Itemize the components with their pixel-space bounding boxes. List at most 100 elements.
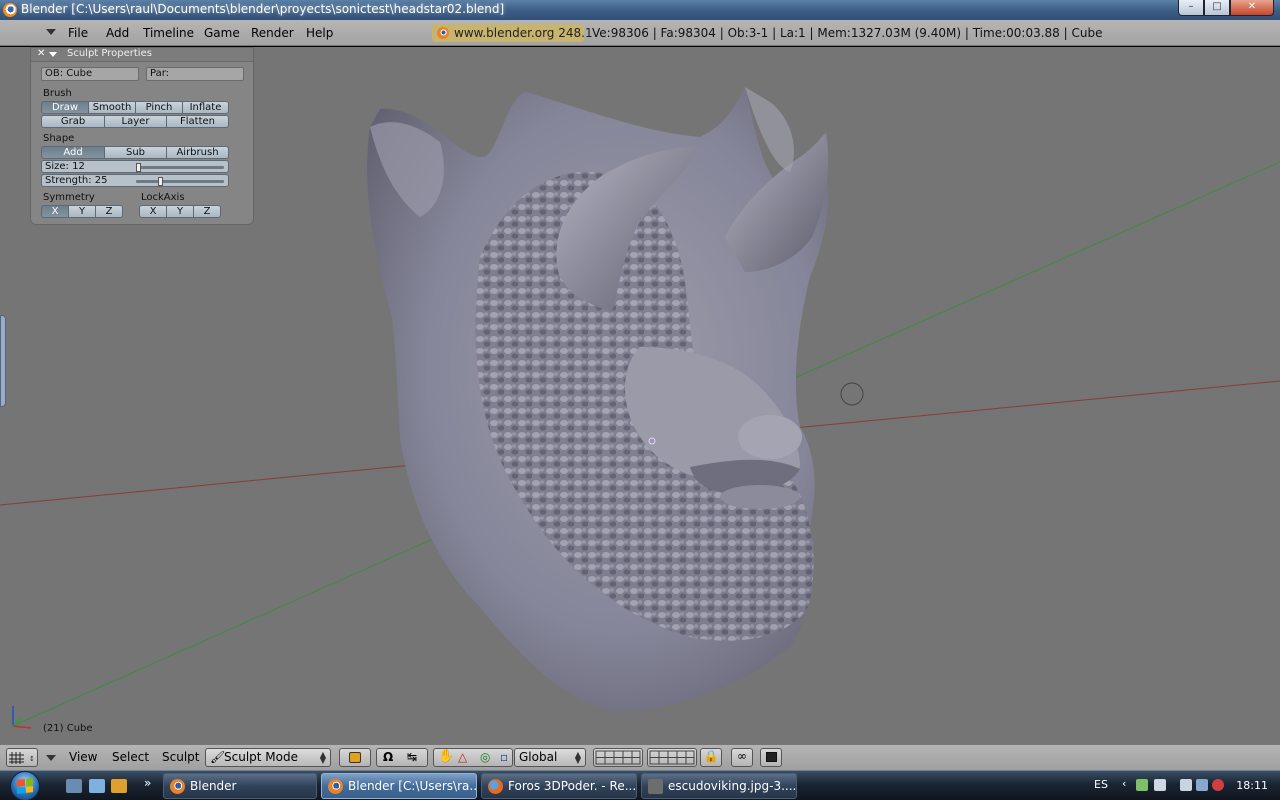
manipulator-buttons[interactable]: ✋ △ ◎ ▫ — [433, 748, 513, 767]
size-knob[interactable] — [136, 163, 141, 172]
brush-layer-button[interactable]: Layer — [104, 115, 167, 128]
brush-label: Brush — [43, 88, 72, 99]
menu-file[interactable]: File — [68, 26, 88, 40]
layer-buttons-1[interactable] — [593, 748, 643, 767]
active-object-label: (21) Cube — [43, 723, 93, 734]
strength-slider[interactable]: Strength: 25 — [41, 174, 229, 187]
magnet-icon: Ω — [383, 750, 394, 764]
brush-flatten-button[interactable]: Flatten — [166, 115, 229, 128]
menu-add[interactable]: Add — [106, 26, 129, 40]
sculpt-properties-panel: ✕ Sculpt Properties OB: Cube Par: Brush … — [30, 47, 254, 225]
quicklaunch-overflow-icon[interactable]: » — [144, 776, 151, 790]
language-indicator[interactable]: ES — [1094, 778, 1108, 791]
sculpt-mesh — [367, 87, 829, 712]
layer-buttons-2[interactable] — [647, 748, 697, 767]
symmetry-x-button[interactable]: X — [41, 205, 69, 218]
windows-logo-icon — [17, 778, 33, 794]
menu-view[interactable]: View — [69, 750, 97, 764]
brush-grab-button[interactable]: Grab — [41, 115, 105, 128]
brush-icon: 🖌 — [210, 750, 226, 764]
pivot-buttons[interactable]: Ω ↹ — [376, 748, 428, 767]
square-icon: ▫ — [500, 750, 509, 764]
select-arrow-icon: ▲ ▼ — [574, 750, 581, 765]
media-player-icon[interactable] — [111, 779, 127, 793]
menu-timeline[interactable]: Timeline — [143, 26, 194, 40]
brush-pinch-button[interactable]: Pinch — [135, 101, 183, 114]
volume-icon[interactable] — [1212, 779, 1224, 791]
hand-icon: ✋ — [438, 749, 455, 764]
render-button[interactable] — [760, 748, 782, 767]
3d-cursor — [840, 382, 864, 406]
lockaxis-x-button[interactable]: X — [139, 205, 167, 218]
maximize-button[interactable]: □ — [1204, 0, 1230, 16]
show-desktop-icon[interactable] — [66, 779, 82, 793]
strength-knob[interactable] — [158, 177, 163, 186]
menu-select[interactable]: Select — [112, 750, 149, 764]
device-icon[interactable] — [1154, 779, 1166, 791]
blender-logo-icon — [437, 27, 449, 39]
editor-type-button[interactable]: ↕ — [6, 748, 38, 767]
strength-label: Strength: 25 — [45, 175, 108, 186]
version-chip: www.blender.org 248.1 — [432, 24, 593, 42]
menu-game[interactable]: Game — [204, 26, 240, 40]
brush-inflate-button[interactable]: Inflate — [182, 101, 229, 114]
taskbar-item-firefox[interactable]: Foros 3DPoder. - Re... — [481, 773, 637, 799]
panel-close-icon[interactable]: ✕ — [37, 48, 45, 59]
object-name-field[interactable]: OB: Cube — [41, 67, 139, 81]
menu-render[interactable]: Render — [251, 26, 294, 40]
header-collapse-icon[interactable] — [46, 755, 56, 761]
network-icon[interactable] — [1136, 779, 1148, 791]
window-titlebar[interactable]: Blender [C:\Users\raul\Documents\blender… — [0, 0, 1280, 20]
taskbar-item-blender-file[interactable]: Blender [C:\Users\ra... — [321, 773, 477, 799]
clock[interactable]: 18:11 — [1236, 779, 1268, 792]
mode-select[interactable]: 🖌 Sculpt Mode ▲ ▼ — [205, 748, 331, 767]
task-label: Foros 3DPoder. - Re... — [508, 779, 637, 793]
tray-expand-icon[interactable]: ‹ — [1122, 777, 1126, 790]
lock-button[interactable]: 🔒 — [700, 748, 722, 767]
image-icon — [648, 779, 663, 794]
triangle-icon: △ — [458, 750, 468, 764]
shape-airbrush-button[interactable]: Airbrush — [166, 146, 229, 159]
minimize-button[interactable]: – — [1178, 0, 1204, 16]
shape-sub-button[interactable]: Sub — [104, 146, 167, 159]
chain-icon: ∞ — [737, 749, 747, 763]
system-tray: ES ‹ 18:11 — [1084, 771, 1280, 800]
shape-label: Shape — [43, 133, 75, 144]
lock-icon: 🔒 — [703, 749, 719, 763]
explorer-icon[interactable] — [89, 779, 105, 793]
header-collapse-icon[interactable] — [46, 29, 56, 35]
size-slider[interactable]: Size: 12 — [41, 160, 229, 173]
panel-collapse-icon[interactable] — [49, 52, 57, 57]
3d-viewport[interactable]: ✕ Sculpt Properties OB: Cube Par: Brush … — [0, 47, 1280, 744]
grid-icon: ↕ — [9, 752, 35, 764]
windows-taskbar: » Blender Blender [C:\Users\ra... Foros … — [0, 770, 1280, 800]
toolshelf-handle[interactable] — [0, 315, 6, 407]
parent-field[interactable]: Par: — [146, 67, 244, 81]
symmetry-z-button[interactable]: Z — [95, 205, 123, 218]
orientation-select[interactable]: Global ▲ ▼ — [514, 748, 586, 767]
wifi-icon[interactable] — [1196, 779, 1208, 791]
circle-icon: ◎ — [480, 750, 491, 764]
start-button[interactable] — [4, 771, 50, 800]
layers-grid-icon — [595, 750, 641, 765]
close-button[interactable]: ✕ — [1230, 0, 1274, 16]
shape-add-button[interactable]: Add — [41, 146, 105, 159]
lockaxis-z-button[interactable]: Z — [193, 205, 221, 218]
brush-draw-button[interactable]: Draw — [41, 101, 89, 114]
draw-type-button[interactable] — [339, 748, 371, 767]
lockaxis-y-button[interactable]: Y — [166, 205, 194, 218]
menu-sculpt[interactable]: Sculpt — [162, 750, 199, 764]
power-icon[interactable] — [1180, 779, 1192, 791]
blender-app-icon — [3, 3, 17, 17]
menu-help[interactable]: Help — [306, 26, 333, 40]
symmetry-y-button[interactable]: Y — [68, 205, 96, 218]
taskbar-item-image[interactable]: escudoviking.jpg-3.... — [641, 773, 797, 799]
orientation-label: Global — [519, 750, 558, 764]
link-button[interactable]: ∞ — [731, 748, 753, 767]
brush-smooth-button[interactable]: Smooth — [88, 101, 136, 114]
firefox-icon — [488, 779, 503, 794]
taskbar-item-blender[interactable]: Blender — [163, 773, 317, 799]
panel-header[interactable]: ✕ Sculpt Properties — [31, 48, 253, 62]
mode-label: Sculpt Mode — [224, 750, 298, 764]
view-axes-gizmo — [12, 706, 32, 729]
